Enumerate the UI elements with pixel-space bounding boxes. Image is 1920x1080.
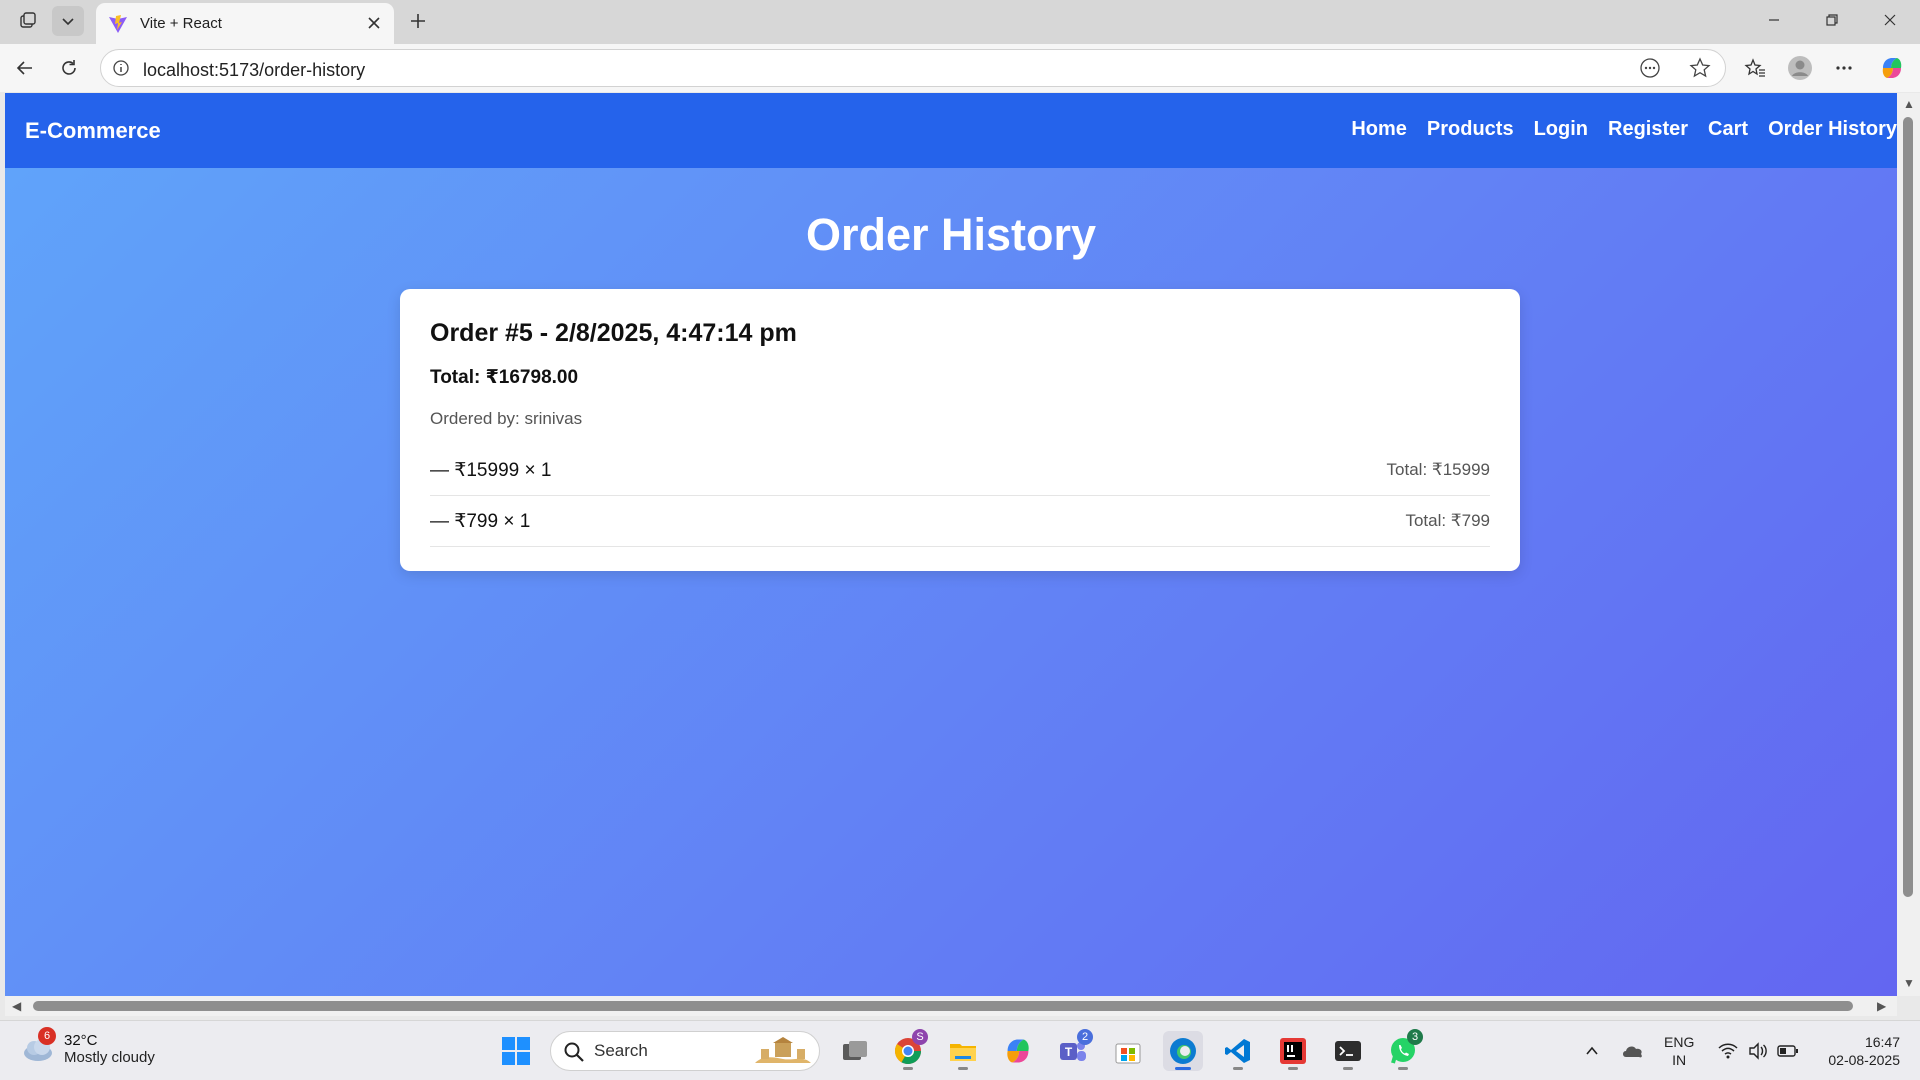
item-total: Total: ₹799 — [1405, 511, 1490, 530]
order-title: Order #5 - 2/8/2025, 4:47:14 pm — [430, 319, 797, 347]
clock-date: 02-08-2025 — [1828, 1052, 1900, 1068]
weather-description: Mostly cloudy — [64, 1049, 155, 1066]
taskbar: 6 32°C Mostly cloudy Search S T 2 3 ENG … — [0, 1020, 1920, 1080]
file-explorer-icon[interactable] — [943, 1031, 983, 1071]
cloud-weather-icon: 6 — [20, 1027, 56, 1067]
whatsapp-icon[interactable]: 3 — [1383, 1029, 1423, 1071]
wifi-icon[interactable] — [1714, 1031, 1742, 1071]
order-total: Total: ₹16798.00 — [430, 367, 579, 388]
browser-tab[interactable]: Vite + React — [96, 3, 394, 44]
minimize-icon[interactable] — [1745, 0, 1803, 40]
onedrive-cloud-icon[interactable] — [1618, 1031, 1648, 1071]
tab-list-chevron-icon[interactable] — [52, 6, 84, 36]
chrome-icon[interactable]: S — [888, 1029, 928, 1071]
copilot-app-icon[interactable] — [998, 1031, 1038, 1071]
back-arrow-icon[interactable] — [8, 52, 42, 84]
search-label: Search — [594, 1041, 648, 1060]
system-clock[interactable]: 16:47 02-08-2025 — [1812, 1033, 1900, 1069]
favorite-star-icon[interactable] — [1685, 54, 1715, 82]
new-tab-plus-icon[interactable] — [402, 6, 434, 36]
restore-icon[interactable] — [1803, 0, 1861, 40]
brand-logo[interactable]: E-Commerce — [25, 118, 161, 144]
site-navbar: E-Commerce Home Products Login Register … — [5, 93, 1897, 168]
nav-link-login[interactable]: Login — [1534, 118, 1588, 141]
windows-start-icon[interactable] — [500, 1035, 532, 1067]
close-window-icon[interactable] — [1861, 0, 1919, 40]
more-options-icon[interactable] — [1827, 52, 1861, 84]
volume-icon[interactable] — [1744, 1031, 1772, 1071]
favorites-list-icon[interactable] — [1738, 52, 1772, 84]
taskbar-search[interactable]: Search — [550, 1031, 820, 1071]
url-text[interactable]: localhost:5173/order-history — [143, 60, 365, 81]
refresh-icon[interactable] — [52, 52, 86, 84]
scroll-left-arrow-icon[interactable]: ◀ — [12, 999, 21, 1013]
item-price-quantity: — ₹15999 × 1 — [430, 459, 552, 481]
intellij-icon[interactable] — [1273, 1031, 1313, 1071]
order-card: Order #5 - 2/8/2025, 4:47:14 pm Total: ₹… — [400, 289, 1520, 571]
nav-links: Home Products Login Register Cart Order … — [1351, 118, 1897, 141]
edge-icon[interactable] — [1163, 1031, 1203, 1071]
teams-icon[interactable]: T 2 — [1053, 1029, 1093, 1071]
list-item: — ₹799 × 1 Total: ₹799 — [430, 496, 1490, 547]
site-info-icon[interactable] — [111, 58, 131, 78]
teams-badge: 2 — [1077, 1029, 1093, 1045]
weather-temperature: 32°C — [64, 1032, 98, 1049]
page-viewport: E-Commerce Home Products Login Register … — [5, 93, 1897, 996]
list-item: — ₹15999 × 1 Total: ₹15999 — [430, 445, 1490, 496]
svg-text:T: T — [1065, 1045, 1073, 1059]
search-highlight-art-icon — [753, 1037, 813, 1065]
scroll-down-arrow-icon[interactable]: ▼ — [1903, 976, 1915, 990]
weather-badge: 6 — [38, 1027, 56, 1045]
search-icon — [563, 1041, 585, 1068]
address-bar[interactable]: localhost:5173/order-history — [100, 49, 1726, 87]
microsoft-store-icon[interactable] — [1108, 1031, 1148, 1071]
item-price-quantity: — ₹799 × 1 — [430, 510, 531, 532]
horizontal-scrollbar[interactable]: ◀ ▶ — [5, 996, 1897, 1016]
vscode-icon[interactable] — [1218, 1031, 1258, 1071]
nav-link-order-history[interactable]: Order History — [1768, 118, 1897, 141]
item-total: Total: ₹15999 — [1386, 460, 1490, 479]
tab-close-icon[interactable] — [362, 11, 386, 35]
page-title: Order History — [805, 209, 1097, 260]
clock-time: 16:47 — [1864, 1034, 1900, 1050]
scroll-up-arrow-icon[interactable]: ▲ — [1903, 97, 1915, 111]
battery-icon[interactable] — [1774, 1031, 1802, 1071]
terminal-icon[interactable] — [1328, 1031, 1368, 1071]
reading-mode-icon[interactable] — [1635, 54, 1665, 82]
input-language[interactable]: ENG IN — [1664, 1033, 1694, 1069]
chrome-profile-badge: S — [912, 1029, 928, 1045]
vertical-scrollbar[interactable]: ▲ ▼ — [1897, 93, 1920, 996]
tab-title: Vite + React — [140, 15, 222, 32]
weather-widget[interactable]: 6 32°C Mostly cloudy — [20, 1027, 155, 1067]
workspaces-icon[interactable] — [12, 6, 44, 36]
ordered-by: Ordered by: srinivas — [430, 409, 583, 428]
profile-avatar-icon[interactable] — [1783, 52, 1817, 84]
nav-link-products[interactable]: Products — [1427, 118, 1514, 141]
nav-link-register[interactable]: Register — [1608, 118, 1688, 141]
language-code: ENG — [1664, 1034, 1695, 1050]
copilot-icon[interactable] — [1875, 52, 1909, 84]
nav-link-cart[interactable]: Cart — [1708, 118, 1748, 141]
horizontal-scroll-thumb[interactable] — [33, 1001, 1853, 1011]
vertical-scroll-thumb[interactable] — [1903, 117, 1913, 897]
nav-link-home[interactable]: Home — [1351, 118, 1407, 141]
browser-toolbar: localhost:5173/order-history — [0, 44, 1920, 92]
task-view-icon[interactable] — [835, 1031, 875, 1071]
show-hidden-icons-chevron-icon[interactable] — [1580, 1031, 1604, 1071]
browser-tab-bar: Vite + React — [0, 0, 1920, 44]
whatsapp-badge: 3 — [1407, 1029, 1423, 1045]
order-items-list: — ₹15999 × 1 Total: ₹15999 — ₹799 × 1 To… — [430, 445, 1490, 547]
scroll-right-arrow-icon[interactable]: ▶ — [1877, 999, 1886, 1013]
region-code: IN — [1672, 1052, 1687, 1068]
vite-logo-icon — [108, 14, 128, 34]
